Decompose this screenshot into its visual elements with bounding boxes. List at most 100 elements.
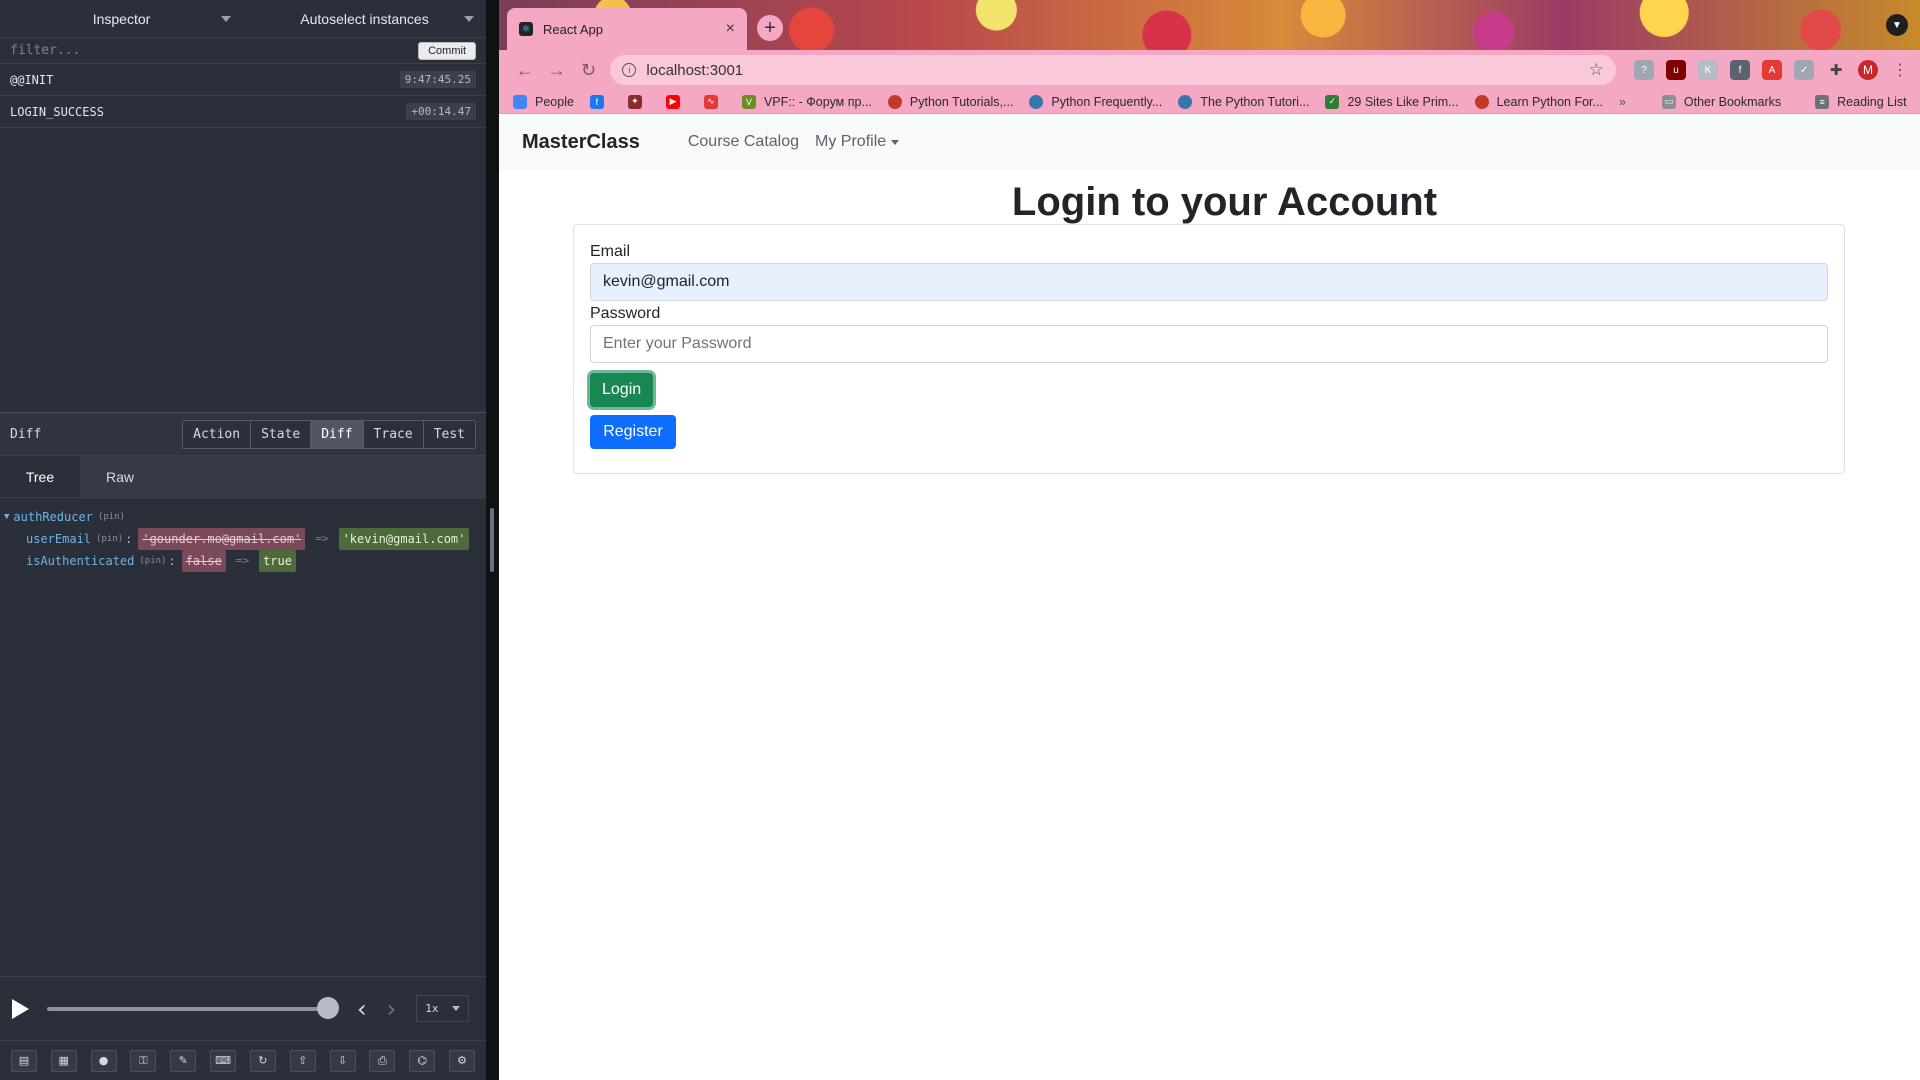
browser-tab[interactable]: ⚛ React App × [507, 8, 747, 50]
brand-link[interactable]: MasterClass [522, 131, 640, 154]
import-icon[interactable]: ⇧ [289, 1049, 316, 1072]
email-label: Email [590, 243, 631, 260]
bookmark-item[interactable]: ▶ [665, 94, 688, 109]
close-icon[interactable]: × [726, 20, 735, 38]
next-icon[interactable]: › [387, 995, 397, 1023]
subtab-tree[interactable]: Tree [0, 456, 80, 497]
nav-course-catalog[interactable]: Course Catalog [688, 133, 799, 151]
gear-icon[interactable]: ⚙ [449, 1049, 476, 1072]
adblock-icon[interactable]: A [1762, 60, 1783, 80]
play-icon[interactable] [12, 998, 29, 1019]
nav-my-profile[interactable]: My Profile [815, 133, 900, 151]
email-field[interactable] [590, 263, 1828, 301]
print-icon[interactable]: ⎙ [369, 1049, 396, 1072]
bookmark-item[interactable]: People [513, 94, 574, 109]
tab-search-icon[interactable]: ▼ [1886, 14, 1908, 36]
action-time: +00:14.47 [406, 103, 476, 120]
action-item[interactable]: @@INIT 9:47:45.25 [0, 64, 486, 96]
pin-label[interactable]: (pin) [139, 550, 166, 572]
tab-trace[interactable]: Trace [363, 420, 424, 448]
pin-icon[interactable]: ✎ [170, 1049, 197, 1072]
tab-diff[interactable]: Diff [311, 420, 364, 448]
inspector-select[interactable]: Inspector [0, 0, 243, 37]
filter-input[interactable] [10, 43, 419, 58]
lock-icon[interactable]: ⚿ [130, 1049, 157, 1072]
new-tab-icon[interactable]: + [757, 15, 783, 41]
bookmark-item[interactable]: ∿ [703, 94, 726, 109]
register-button[interactable]: Register [590, 415, 676, 449]
monitor-tabs: Action State Diff Trace Test [182, 419, 476, 449]
bookmark-item[interactable]: Learn Python For... [1474, 94, 1603, 109]
facebook-extension-icon[interactable]: f [1730, 60, 1751, 80]
expand-triangle-icon[interactable]: ▼ [4, 506, 9, 528]
instance-select[interactable]: Autoselect instances [243, 0, 486, 37]
slider-bar: ‹ › 1x [0, 976, 486, 1040]
export-icon[interactable]: ⇩ [329, 1049, 356, 1072]
tree-row[interactable]: ▼ authReducer (pin) [4, 506, 486, 528]
tab-test[interactable]: Test [423, 420, 475, 448]
react-icon: ⚛ [519, 22, 533, 36]
tab-state[interactable]: State [251, 420, 312, 448]
left-panel-icon[interactable]: ▤ [10, 1049, 37, 1072]
url-text[interactable]: localhost:3001 [646, 62, 1588, 79]
bookmark-item[interactable]: V VPF:: - Форум пр... [741, 94, 872, 109]
grid-panel-icon[interactable]: ▦ [50, 1049, 77, 1072]
tab-action[interactable]: Action [183, 420, 252, 448]
bookmark-item[interactable]: Python Tutorials,... [887, 94, 1013, 109]
address-bar[interactable]: i localhost:3001 ☆ [610, 55, 1617, 85]
colon-separator: : [168, 554, 176, 568]
resize-handle[interactable] [490, 508, 494, 572]
redux-devtools-panel: Inspector Autoselect instances Commit @@… [0, 0, 486, 1080]
chevron-down-icon [452, 1006, 461, 1011]
action-filter: Commit [0, 38, 486, 64]
pin-label[interactable]: (pin) [98, 506, 125, 528]
bookmark-item[interactable]: ✦ [627, 94, 650, 109]
tab-title: React App [543, 21, 603, 37]
sync-icon[interactable]: ↻ [249, 1049, 276, 1072]
python-icon [1178, 94, 1193, 109]
keyboard-icon[interactable]: ⌨ [210, 1049, 237, 1072]
pin-label[interactable]: (pin) [96, 528, 123, 550]
ublock-icon[interactable]: u [1666, 60, 1687, 80]
reading-list-icon: ≡ [1815, 94, 1830, 109]
reload-icon[interactable]: ↻ [573, 60, 605, 81]
bookmarks-right: » ▭ Other Bookmarks ≡ Reading List [1619, 94, 1920, 109]
bookmark-item[interactable]: f [589, 94, 612, 109]
other-bookmarks[interactable]: ▭ Other Bookmarks [1661, 94, 1781, 109]
action-name: @@INIT [10, 72, 54, 87]
action-item[interactable]: LOGIN_SUCCESS +00:14.47 [0, 96, 486, 128]
bookmark-item[interactable]: Python Frequently... [1029, 94, 1162, 109]
people-icon [513, 94, 527, 109]
avatar[interactable]: M [1858, 60, 1879, 80]
login-form: Email Password Login Register [573, 224, 1845, 474]
login-button[interactable]: Login [590, 373, 654, 407]
record-icon[interactable]: ● [90, 1049, 117, 1072]
devtools-header: Inspector Autoselect instances [0, 0, 486, 38]
previous-icon[interactable]: ‹ [357, 995, 367, 1023]
help-extension-icon[interactable]: ? [1634, 60, 1655, 80]
remote-icon[interactable]: ⌬ [409, 1049, 436, 1072]
back-icon[interactable]: ← [509, 60, 541, 81]
timeline-slider[interactable] [47, 996, 339, 1019]
bookmark-item[interactable]: The Python Tutori... [1178, 94, 1309, 109]
speed-select[interactable]: 1x [416, 995, 470, 1022]
bookmark-item[interactable]: ✓ 29 Sites Like Prim... [1325, 94, 1459, 109]
star-icon[interactable]: ☆ [1589, 60, 1604, 80]
k-extension-icon[interactable]: K [1698, 60, 1719, 80]
panel-divider[interactable] [486, 0, 499, 1080]
chevron-double-right-icon[interactable]: » [1619, 95, 1626, 109]
vpf-icon: V [741, 94, 756, 109]
reading-list[interactable]: ≡ Reading List [1815, 94, 1907, 109]
tree-row: isAuthenticated (pin) : false => true [4, 550, 486, 572]
more-icon[interactable]: ⋮ [1890, 60, 1910, 80]
slider-handle[interactable] [317, 996, 339, 1019]
puzzle-icon[interactable]: ✚ [1826, 60, 1846, 80]
forward-icon[interactable]: → [541, 60, 573, 81]
info-icon[interactable]: i [622, 63, 637, 77]
check-extension-icon[interactable]: ✓ [1794, 60, 1815, 80]
password-field[interactable] [590, 325, 1828, 363]
subtab-raw[interactable]: Raw [80, 456, 160, 497]
password-label: Password [590, 305, 661, 322]
commit-button[interactable]: Commit [418, 41, 476, 60]
action-name: LOGIN_SUCCESS [10, 104, 104, 119]
